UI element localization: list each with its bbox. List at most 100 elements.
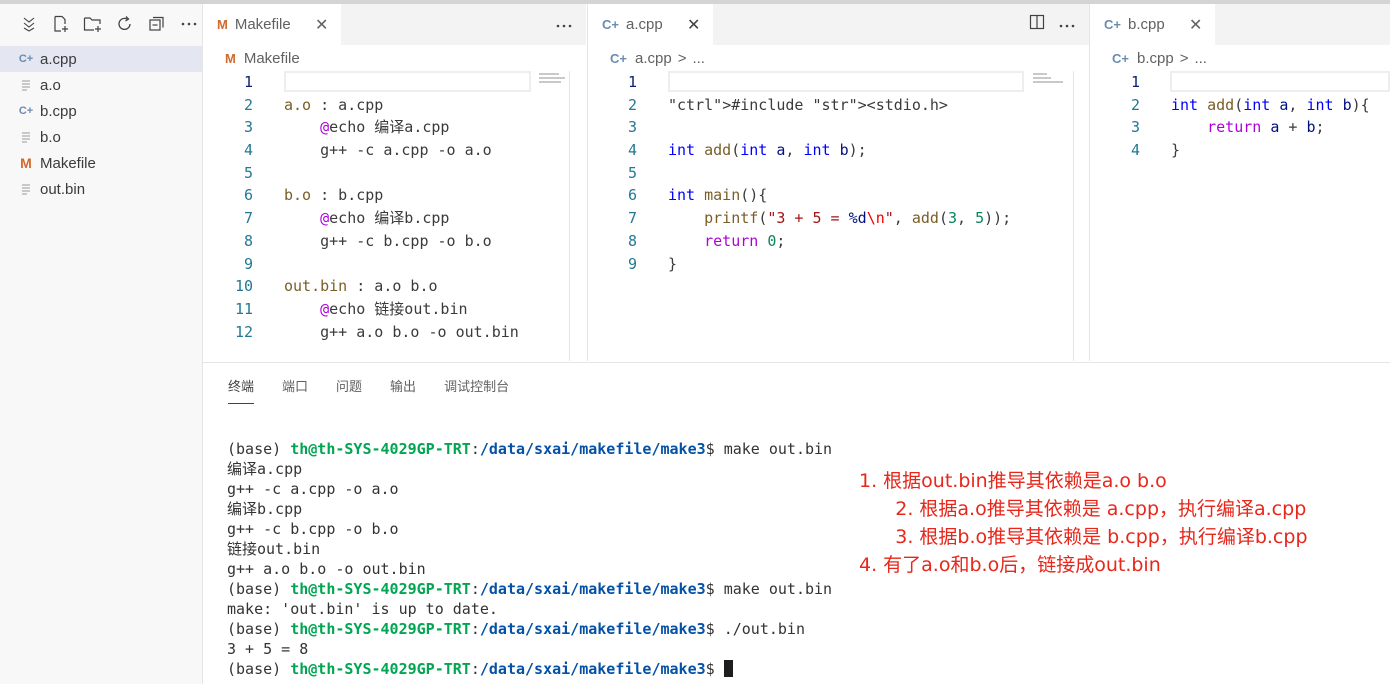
makefile-icon: M (225, 50, 236, 66)
cpp-icon: C+ (18, 105, 34, 117)
line-text: g++ -c b.cpp -o b.o (284, 231, 492, 250)
breadcrumb-separator: > (1179, 49, 1189, 67)
file-item[interactable]: M Makefile (0, 150, 202, 176)
code-line: 11 @echo 链接out.bin (203, 298, 586, 321)
code-line: 10 out.bin : a.o b.o (203, 275, 586, 298)
terminal-command: ./out.bin (723, 620, 805, 638)
terminal-prompt-line: (base) th@th-SYS-4029GP-TRT:/data/sxai/m… (227, 659, 832, 679)
breadcrumb-file[interactable]: Makefile (244, 50, 300, 67)
file-item[interactable]: out.bin (0, 176, 202, 202)
minimap[interactable] (539, 71, 569, 95)
prompt-path: /data/sxai/makefile/make3 (479, 580, 706, 598)
tab-makefile[interactable]: M Makefile ✕ (203, 4, 341, 45)
file-name: a.o (40, 76, 61, 94)
line-number: 6 (627, 186, 637, 205)
terminal-prompt-line: (base) th@th-SYS-4029GP-TRT:/data/sxai/m… (227, 619, 832, 639)
close-icon[interactable]: ✕ (313, 16, 331, 34)
tab-a-cpp[interactable]: C+ a.cpp ✕ (588, 4, 713, 45)
code-line: 3 return a + b; (1090, 116, 1390, 139)
panel-tab[interactable]: 问题 (336, 363, 362, 408)
code-line: 12 g++ a.o b.o -o out.bin (203, 321, 586, 344)
prompt-user: th@th-SYS-4029GP-TRT (290, 620, 471, 638)
collapse-icon[interactable] (18, 13, 40, 35)
file-name: Makefile (40, 154, 96, 172)
terminal-output-line: 编译b.cpp (227, 500, 303, 518)
more-actions-icon[interactable] (178, 13, 200, 35)
code-editor[interactable]: 1 2 "ctrl">#include "str"><stdio.h> 3 4 int a… (588, 71, 1089, 359)
editor-group-acpp: C+ a.cpp ✕ C+ a.cpp > ... 1 2 "ctrl">#incl… (588, 4, 1089, 361)
file-item[interactable]: a.o (0, 72, 202, 98)
terminal[interactable]: (base) th@th-SYS-4029GP-TRT:/data/sxai/m… (227, 439, 832, 679)
line-text: return a + b; (1207, 118, 1325, 137)
line-text: int main(){ (668, 186, 768, 205)
terminal-prompt-line: (base) th@th-SYS-4029GP-TRT:/data/sxai/m… (227, 579, 832, 599)
editor-group-bcpp: C+ b.cpp ✕ C+ b.cpp > ... 1 2 int add(int … (1090, 4, 1390, 361)
vertical-scrollbar[interactable] (1073, 71, 1074, 361)
code-line: 9 (203, 253, 586, 276)
line-text: @echo 链接out.bin (320, 299, 468, 318)
file-name: b.o (40, 128, 61, 146)
line-number: 9 (243, 254, 253, 273)
file-name: a.cpp (40, 50, 77, 68)
prompt-colon: : (470, 440, 480, 458)
prompt-symbol: $ (705, 440, 724, 458)
breadcrumb-file[interactable]: b.cpp (1137, 50, 1174, 67)
line-number: 12 (234, 322, 253, 341)
line-number: 2 (627, 95, 637, 114)
breadcrumb: M Makefile (203, 45, 586, 71)
code-editor[interactable]: 1 2 int add(int a, int b){3 return a + b; 4… (1090, 71, 1390, 359)
tab-bar: M Makefile ✕ (203, 4, 586, 45)
file-item[interactable]: C+ a.cpp (0, 46, 202, 72)
panel-tabs: 终端 端口 问题 输出 调试控制台 (203, 363, 1390, 408)
prompt-colon: : (470, 660, 480, 678)
vertical-scrollbar[interactable] (569, 71, 570, 361)
terminal-cursor (723, 660, 733, 677)
panel-tab[interactable]: 调试控制台 (444, 363, 509, 408)
more-actions-icon[interactable] (556, 16, 572, 34)
minimap[interactable] (1033, 71, 1073, 95)
panel-tab[interactable]: 输出 (390, 363, 416, 408)
annotation-line: 3. 根据b.o推导其依赖是 b.cpp，执行编译b.cpp (859, 526, 1308, 548)
breadcrumb-symbol[interactable]: ... (1194, 50, 1207, 67)
tab-b-cpp[interactable]: C+ b.cpp ✕ (1090, 4, 1215, 45)
line-text: b.o : b.cpp (284, 186, 384, 205)
line-number: 4 (243, 141, 253, 160)
more-actions-icon[interactable] (1059, 16, 1075, 34)
new-file-icon[interactable] (50, 13, 72, 35)
new-folder-icon[interactable] (82, 13, 104, 35)
refresh-icon[interactable] (114, 13, 136, 35)
line-number: 9 (627, 254, 637, 273)
line-text: @echo 编译a.cpp (320, 118, 450, 137)
collapse-all-icon[interactable] (146, 13, 168, 35)
close-icon[interactable]: ✕ (1187, 16, 1205, 34)
explorer-actions (0, 4, 202, 44)
split-editor-icon[interactable] (1029, 14, 1045, 35)
breadcrumb: C+ b.cpp > ... (1090, 45, 1390, 71)
code-editor[interactable]: 1 2 a.o : a.cpp 3 @echo 编译a.cpp 4 g++ -c a.c… (203, 71, 586, 359)
explorer-sidebar: C+ a.cpp a.o C+ b.cpp b.o M Makefile out.bin (0, 4, 203, 684)
prompt-symbol: $ (705, 620, 724, 638)
file-item[interactable]: C+ b.cpp (0, 98, 202, 124)
editor-group-makefile: M Makefile ✕ M Makefile 1 2 a.o : a.cpp 3 @… (203, 4, 586, 361)
breadcrumb-symbol[interactable]: ... (692, 50, 705, 67)
code-line: 3 (588, 116, 1089, 139)
terminal-output-line: 3 + 5 = 8 (227, 640, 309, 658)
line-text: } (668, 254, 678, 273)
panel-tab[interactable]: 端口 (282, 363, 308, 408)
line-text: "ctrl">#include "str"><stdio.h> (668, 95, 948, 114)
line-number: 7 (627, 209, 637, 228)
panel-tab[interactable]: 终端 (228, 363, 255, 408)
code-line: 4} (1090, 139, 1390, 162)
breadcrumb-file[interactable]: a.cpp (635, 50, 672, 67)
line-number: 8 (243, 231, 253, 250)
line-text: int add(int a, int b){ (1171, 95, 1370, 114)
file-item[interactable]: b.o (0, 124, 202, 150)
code-line: 5 (203, 162, 586, 185)
tab-actions (556, 4, 572, 45)
makefile-icon: M (217, 17, 228, 32)
line-text: a.o : a.cpp (284, 95, 384, 114)
tab-actions (1029, 4, 1075, 45)
terminal-output-line: g++ -c a.cpp -o a.o (227, 480, 399, 498)
close-icon[interactable]: ✕ (685, 16, 703, 34)
line-text: return 0; (704, 231, 786, 250)
